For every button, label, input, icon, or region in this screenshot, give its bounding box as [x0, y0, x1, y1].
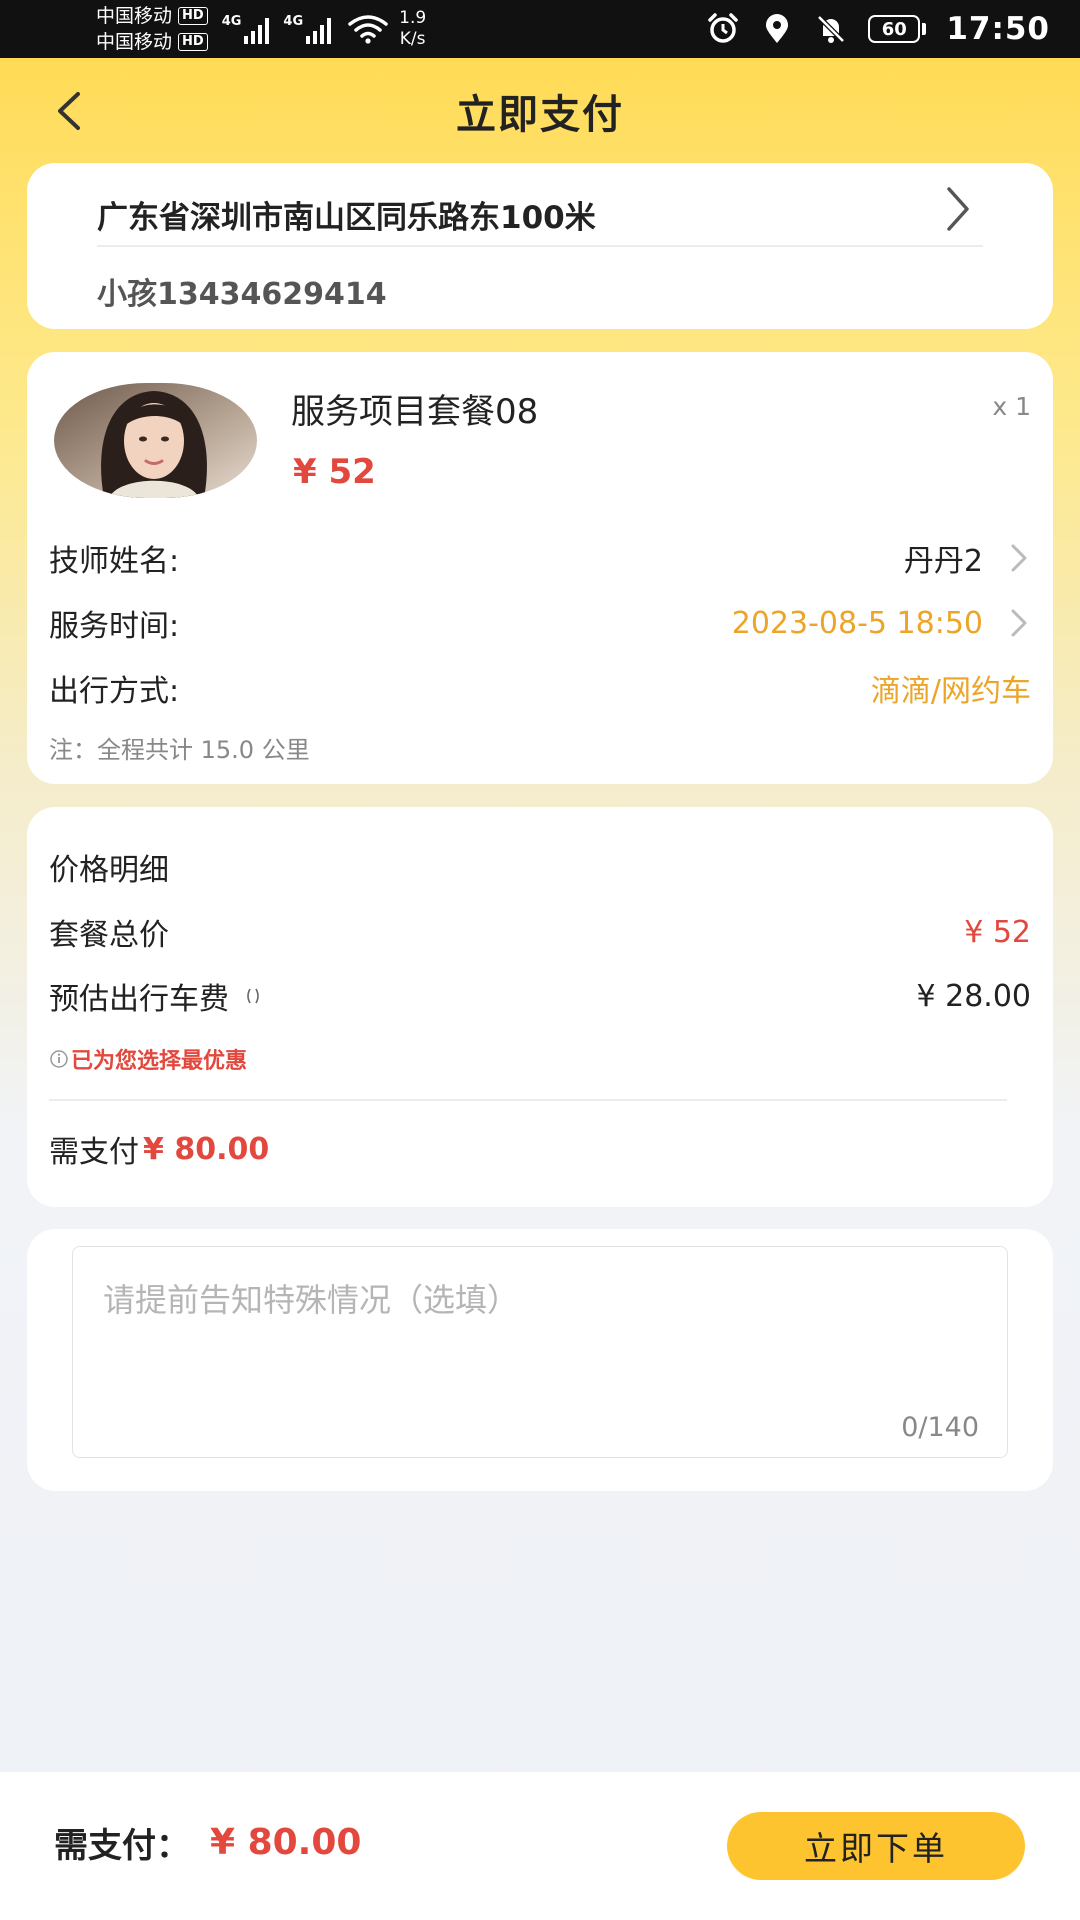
service-name: 服务项目套餐08: [291, 392, 539, 432]
info-circle-icon: [50, 1050, 68, 1068]
bottom-payable-label: 需支付：: [54, 1826, 190, 1866]
remark-box: 0/140: [72, 1246, 1008, 1458]
travel-mode-value: 滴滴/网约车: [870, 674, 1031, 709]
address-text: 广东省深圳市南山区同乐路东100米: [97, 199, 596, 236]
network-type: 4G: [221, 14, 242, 29]
travel-mode-row[interactable]: 出行方式: 滴滴/网约车: [49, 660, 1031, 716]
contact-info: 小孩13434629414: [97, 277, 387, 312]
carrier-name: 中国移动: [96, 31, 173, 53]
page-header: 立即支付: [0, 58, 1080, 164]
back-arrow-icon[interactable]: [48, 88, 92, 134]
wifi-icon: [348, 15, 388, 44]
service-time-label: 服务时间:: [49, 609, 180, 644]
technician-name: 丹丹2: [903, 544, 983, 579]
divider: [49, 1099, 1007, 1101]
address-selector[interactable]: 广东省深圳市南山区同乐路东100米: [97, 183, 977, 245]
bottom-payable-amount: ¥ 80.00: [210, 1822, 362, 1863]
signal-icon: 4G: [283, 14, 332, 44]
distance-note: 注：全程共计 15.0 公里: [49, 736, 310, 764]
travel-fare-label: 预估出行车费: [49, 982, 229, 1017]
remark-card: 0/140: [27, 1229, 1053, 1491]
technician-photo: [54, 383, 257, 498]
address-card: 广东省深圳市南山区同乐路东100米 小孩13434629414: [27, 163, 1053, 329]
payable-total: 需支付 ¥ 80.00: [49, 1127, 269, 1171]
travel-mode-label: 出行方式:: [49, 674, 180, 709]
discount-tip: 已为您选择最优惠: [49, 1043, 247, 1075]
service-price: ¥ 52: [293, 452, 376, 492]
mute-icon: [817, 15, 846, 43]
payable-amount: ¥ 80.00: [143, 1131, 270, 1167]
service-time-value: 2023-08-5 18:50: [731, 605, 983, 641]
chevron-right-icon: [1011, 544, 1027, 572]
bottom-payable: 需支付： ¥ 80.00: [54, 1818, 361, 1867]
info-icon[interactable]: [245, 986, 261, 1006]
battery-icon: 60: [868, 15, 927, 43]
travel-fare-row: 预估出行车费 ¥ 28.00: [49, 971, 1031, 1021]
package-total-value: ¥ 52: [964, 914, 1031, 950]
price-detail-card: 价格明细 套餐总价 ¥ 52 预估出行车费 ¥ 28.00 已为您选择最优惠 需…: [27, 807, 1053, 1207]
service-time-row[interactable]: 服务时间: 2023-08-5 18:50: [49, 595, 1031, 651]
service-card: 服务项目套餐08 x 1 ¥ 52 技师姓名: 丹丹2 服务时间: 2023-0…: [27, 352, 1053, 784]
payable-label: 需支付: [49, 1135, 139, 1170]
hd-badge: HD: [178, 7, 208, 25]
status-bar: 中国移动 HD 中国移动 HD 4G 4G 1.9 K/s 60 17:50: [0, 0, 1080, 58]
battery-level: 60: [868, 15, 921, 43]
page-title: 立即支付: [456, 92, 624, 138]
technician-row[interactable]: 技师姓名: 丹丹2: [49, 530, 1031, 586]
divider: [97, 245, 983, 247]
clock: 17:50: [946, 11, 1050, 47]
price-detail-title: 价格明细: [49, 853, 169, 888]
location-icon: [766, 14, 789, 43]
technician-label: 技师姓名:: [49, 544, 180, 579]
package-total-row: 套餐总价 ¥ 52: [49, 907, 1031, 957]
service-quantity: x 1: [992, 392, 1031, 421]
network-speed: 1.9 K/s: [399, 8, 427, 49]
chevron-right-icon: [1011, 609, 1027, 637]
place-order-button[interactable]: 立即下单: [727, 1812, 1025, 1880]
hd-badge: HD: [178, 33, 208, 51]
remark-input[interactable]: [73, 1247, 1007, 1457]
remark-char-count: 0/140: [901, 1412, 979, 1443]
alarm-icon: [708, 13, 739, 43]
network-type: 4G: [283, 14, 304, 29]
chevron-right-icon[interactable]: [937, 177, 977, 241]
carrier-name: 中国移动: [96, 5, 173, 27]
bottom-bar: 需支付： ¥ 80.00 立即下单: [0, 1772, 1080, 1920]
carrier-info: 中国移动 HD 中国移动 HD: [96, 3, 208, 55]
travel-fare-value: ¥ 28.00: [916, 978, 1031, 1014]
signal-icon: 4G: [222, 14, 270, 44]
package-total-label: 套餐总价: [49, 918, 169, 953]
discount-tip-text: 已为您选择最优惠: [71, 1049, 248, 1074]
